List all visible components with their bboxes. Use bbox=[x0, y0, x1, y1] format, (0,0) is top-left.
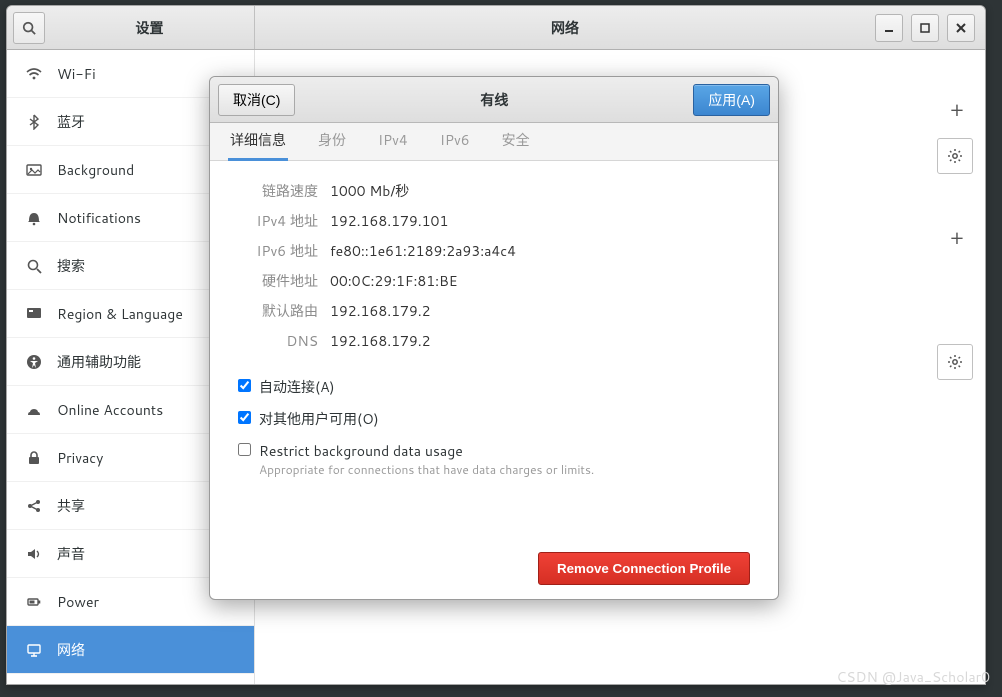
detail-value: 192.168.179.2 bbox=[330, 331, 431, 351]
detail-row: 链路速度 1000 Mb/秒 bbox=[238, 181, 750, 201]
detail-row: IPv4 地址 192.168.179.101 bbox=[238, 211, 750, 231]
dialog-overlay: 取消(C) 有线 应用(A) 详细信息身份 IPv4 IPv6 安全 链路速度 1000… bbox=[0, 0, 1002, 697]
detail-label: IPv6 地址 bbox=[238, 241, 318, 261]
detail-label: 链路速度 bbox=[238, 181, 318, 201]
detail-value: 00:0C:29:1F:81:BE bbox=[330, 271, 458, 291]
dialog-tabs: 详细信息身份 IPv4 IPv6 安全 bbox=[210, 123, 778, 161]
detail-value: 192.168.179.2 bbox=[330, 301, 431, 321]
detail-value: 192.168.179.101 bbox=[330, 211, 448, 231]
all-users-row: 对其他用户可用(O) bbox=[238, 409, 750, 429]
detail-row: 默认路由 192.168.179.2 bbox=[238, 301, 750, 321]
detail-value: fe80::1e61:2189:2a93:a4c4 bbox=[330, 241, 516, 261]
restrict-data-row: Restrict background data usage Appropria… bbox=[238, 441, 750, 478]
cancel-button[interactable]: 取消(C) bbox=[218, 84, 295, 116]
restrict-data-checkbox[interactable] bbox=[238, 443, 251, 456]
detail-row: 硬件地址 00:0C:29:1F:81:BE bbox=[238, 271, 750, 291]
dialog-title: 有线 bbox=[480, 90, 508, 110]
auto-connect-checkbox[interactable] bbox=[238, 379, 251, 392]
all-users-checkbox[interactable] bbox=[238, 411, 251, 424]
restrict-data-label[interactable]: Restrict background data usage bbox=[259, 441, 463, 461]
restrict-data-desc: Appropriate for connections that have da… bbox=[259, 461, 594, 478]
detail-value: 1000 Mb/秒 bbox=[330, 181, 409, 201]
detail-row: IPv6 地址 fe80::1e61:2189:2a93:a4c4 bbox=[238, 241, 750, 261]
detail-label: 默认路由 bbox=[238, 301, 318, 321]
connection-dialog: 取消(C) 有线 应用(A) 详细信息身份 IPv4 IPv6 安全 链路速度 1000… bbox=[209, 76, 779, 600]
all-users-label[interactable]: 对其他用户可用(O) bbox=[259, 409, 379, 429]
detail-label: DNS bbox=[238, 331, 318, 351]
detail-row: DNS 192.168.179.2 bbox=[238, 331, 750, 351]
tab-3[interactable]: IPv6 bbox=[438, 122, 472, 161]
detail-label: IPv4 地址 bbox=[238, 211, 318, 231]
auto-connect-label[interactable]: 自动连接(A) bbox=[259, 377, 335, 397]
tab-4[interactable]: 安全 bbox=[500, 122, 532, 161]
apply-button[interactable]: 应用(A) bbox=[693, 84, 770, 116]
remove-profile-button[interactable]: Remove Connection Profile bbox=[538, 552, 750, 585]
watermark: CSDN @Java_Scholar0 bbox=[836, 667, 990, 687]
dialog-header: 取消(C) 有线 应用(A) bbox=[210, 77, 778, 123]
tab-0[interactable]: 详细信息 bbox=[228, 122, 288, 161]
dialog-footer: Remove Connection Profile bbox=[238, 544, 750, 585]
detail-label: 硬件地址 bbox=[238, 271, 318, 291]
auto-connect-row: 自动连接(A) bbox=[238, 377, 750, 397]
dialog-body: 链路速度 1000 Mb/秒 IPv4 地址 192.168.179.101 IPv6 … bbox=[210, 161, 778, 599]
tab-2[interactable]: IPv4 bbox=[376, 122, 410, 161]
tab-1[interactable]: 身份 bbox=[316, 122, 348, 161]
